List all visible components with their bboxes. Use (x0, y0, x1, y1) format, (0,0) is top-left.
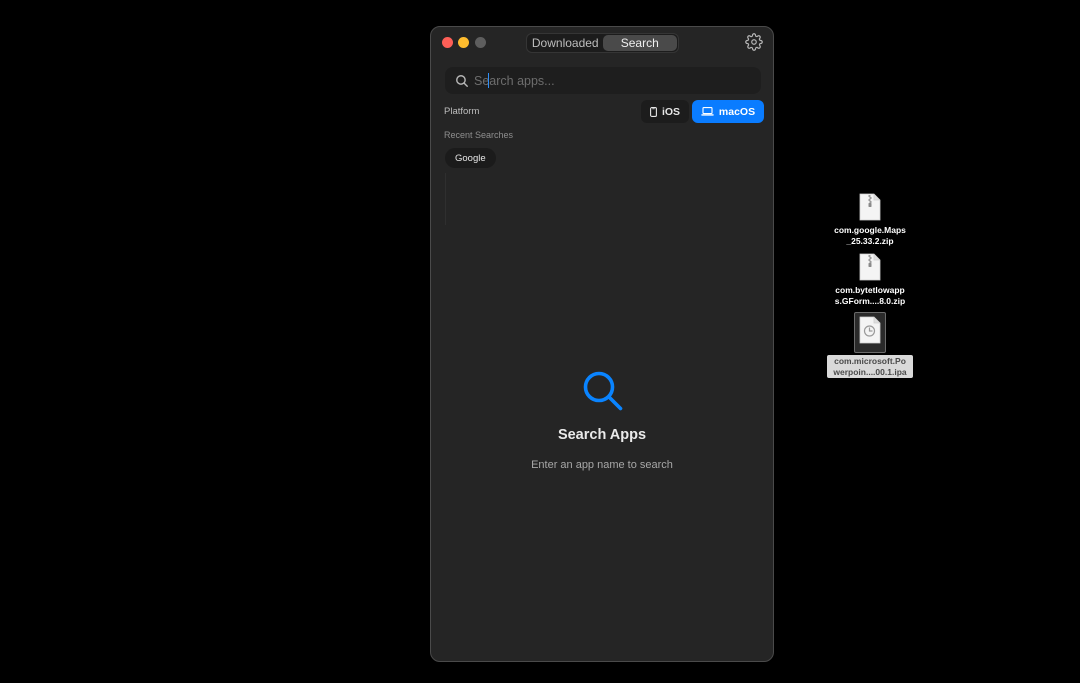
file-name: com.bytetlowapp s.GForm....8.0.zip (834, 285, 906, 306)
desktop-file-google-maps[interactable]: com.google.Maps _25.33.2.zip (826, 193, 914, 246)
recent-searches-label: Recent Searches (444, 130, 514, 140)
search-input[interactable] (474, 73, 744, 88)
platform-ios-label: iOS (661, 105, 681, 118)
search-icon (456, 74, 468, 87)
platform-macos-button[interactable]: macOS (692, 100, 764, 123)
tab-search[interactable]: Search (602, 35, 677, 51)
file-name: com.google.Maps _25.33.2.zip (834, 225, 906, 246)
zoom-window-button[interactable] (475, 37, 486, 48)
platform-toggle: iOS macOS (641, 100, 764, 123)
gear-icon[interactable] (745, 33, 763, 51)
zip-file-icon (859, 253, 881, 281)
selection-frame (854, 312, 886, 353)
search-field[interactable] (445, 67, 761, 94)
laptop-icon (701, 107, 714, 116)
tab-downloaded[interactable]: Downloaded (528, 35, 603, 51)
file-name: com.microsoft.Po werpoin....00.1.ipa (827, 355, 913, 378)
empty-state-subtitle: Enter an app name to search (531, 459, 673, 471)
platform-macos-label: macOS (718, 105, 756, 118)
platform-ios-button[interactable]: iOS (641, 100, 689, 123)
app-window: Downloaded Search Platform iOS (430, 26, 774, 662)
empty-state-title: Search Apps (557, 427, 647, 443)
title-bar[interactable]: Downloaded Search (431, 27, 773, 57)
text-caret (488, 73, 489, 88)
zip-file-icon (859, 193, 881, 221)
view-segmented-control: Downloaded Search (526, 33, 679, 53)
minimize-window-button[interactable] (458, 37, 469, 48)
desktop-file-powerpoint-ipa[interactable]: com.microsoft.Po werpoin....00.1.ipa (826, 312, 914, 378)
close-window-button[interactable] (442, 37, 453, 48)
phone-icon (650, 106, 657, 117)
magnifier-icon (583, 371, 623, 411)
ipa-file-icon (859, 316, 881, 344)
desktop-file-gform[interactable]: com.bytetlowapp s.GForm....8.0.zip (826, 253, 914, 306)
recent-search-chip[interactable]: Google (445, 148, 496, 168)
recent-divider (445, 173, 446, 225)
platform-label: Platform (444, 106, 480, 117)
